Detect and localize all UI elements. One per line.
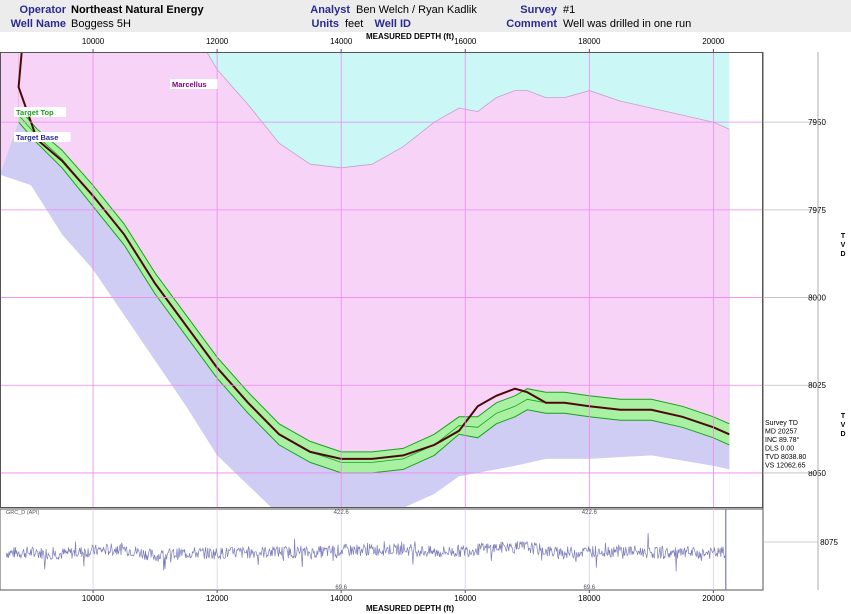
beyond-td-white — [729, 52, 763, 508]
gamma-scale-max-label: 422.6 — [582, 510, 598, 516]
bottom-axis-title: MEASURED DEPTH (ft) — [366, 604, 454, 613]
bottom-axis-tick-label: 14000 — [330, 594, 353, 603]
main-plot-area — [0, 52, 763, 508]
bottom-x-axis: 10000 12000 14000 16000 18000 20000 MEASURED D… — [82, 590, 725, 613]
top-axis-tick-label: 16000 — [454, 37, 477, 46]
top-axis-tick-label: 10000 — [82, 37, 105, 46]
top-axis-tick-label: 18000 — [578, 37, 601, 46]
bottom-axis-tick-label: 16000 — [454, 594, 477, 603]
bottom-axis-tick-label: 20000 — [702, 594, 725, 603]
survey-td-box: Survey TD MD 20257INC 89.78° DLS 0.00TVD 8… — [764, 415, 814, 471]
top-axis-tick-label: 12000 — [206, 37, 229, 46]
bottom-axis-tick-label: 12000 — [206, 594, 229, 603]
side-label-bottom: T — [841, 413, 846, 420]
gamma-scale-max-label: 422.6 — [334, 510, 350, 516]
gamma-right-tick-label: 8075 — [820, 538, 838, 547]
top-axis-title: MEASURED DEPTH (ft) — [366, 32, 454, 41]
top-axis-tick-label: 14000 — [330, 37, 353, 46]
side-label-bottom: D — [840, 431, 845, 438]
top-axis-tick-label: 20000 — [702, 37, 725, 46]
survey-td-line: VS 12062.65 — [765, 463, 806, 470]
gamma-track-title: GRC_D (API) — [6, 510, 39, 516]
bottom-axis-tick-label: 10000 — [82, 594, 105, 603]
gamma-ray-track: GRC_D (API) 422.669.6422.669.68075 — [0, 508, 838, 591]
wellbore-cross-section-plot: 10000 12000 14000 16000 18000 20000 MEASURED D… — [0, 32, 846, 613]
side-label-bottom: V — [841, 422, 846, 429]
side-label-top: T — [841, 233, 846, 240]
survey-td-line: TVD 8038.80 — [765, 454, 806, 461]
label-target-top: Target Top — [16, 108, 54, 117]
right-y-axis: 79507975800080258050TVDTVD — [763, 52, 846, 590]
label-marcellus: Marcellus — [172, 80, 207, 89]
main-clipped-layers — [0, 52, 763, 508]
right-axis-tick-label: 7950 — [808, 118, 826, 127]
survey-td-line: INC 89.78° — [765, 436, 800, 444]
top-x-axis: 10000 12000 14000 16000 18000 20000 MEASURED D… — [82, 32, 725, 52]
survey-td-line: Survey TD — [765, 420, 798, 427]
label-target-base: Target Base — [16, 133, 58, 142]
bottom-axis-tick-label: 18000 — [578, 594, 601, 603]
right-axis-tick-label: 8000 — [808, 294, 826, 303]
right-axis-tick-label: 8025 — [808, 381, 826, 390]
side-label-top: V — [841, 242, 846, 249]
survey-td-line: DLS 0.00 — [765, 446, 794, 453]
right-axis-tick-label: 7975 — [808, 206, 826, 215]
survey-td-line: MD 20257 — [765, 429, 797, 436]
side-label-top: D — [840, 251, 845, 258]
